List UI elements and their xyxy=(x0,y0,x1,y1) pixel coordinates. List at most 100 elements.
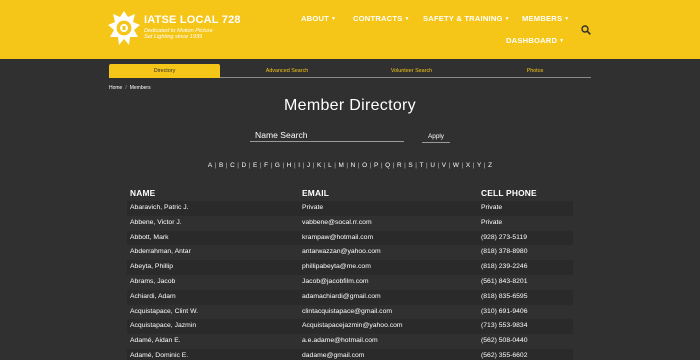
alpha-separator: | xyxy=(380,162,383,169)
table-row[interactable]: Adamé, Aidan E. a.e.adame@hotmail.com (562… xyxy=(127,334,573,349)
alpha-letter-u[interactable]: U xyxy=(430,162,435,169)
alpha-letter-y[interactable]: Y xyxy=(477,162,481,169)
member-phone: (928) 273-5119 xyxy=(481,233,527,241)
nav-dashboard[interactable]: DASHBOARD ▼ xyxy=(506,36,564,45)
alpha-separator: | xyxy=(302,162,305,169)
breadcrumb-members: Members xyxy=(129,85,151,91)
member-email[interactable]: adamachiardi@gmail.com xyxy=(302,290,381,305)
table-row[interactable]: Abrams, Jacob Jacob@jacobfilm.com (561) 84… xyxy=(127,275,573,290)
table-row[interactable]: Acquistapace, Clint W. clintacquistapace@… xyxy=(127,305,573,320)
alpha-letter-w[interactable]: W xyxy=(453,162,459,169)
alpha-separator: | xyxy=(404,162,407,169)
alpha-letter-a[interactable]: A xyxy=(208,162,212,169)
table-row[interactable]: Abaravich, Patric J. Private Private xyxy=(127,201,573,216)
table-row[interactable]: Acquistapace, Jazmin Acquistapacejazmin@y… xyxy=(127,319,573,335)
member-phone: (561) 843-8201 xyxy=(481,278,528,285)
nav-about-label: ABOUT xyxy=(301,14,329,23)
breadcrumb: Home / Members xyxy=(109,85,151,91)
member-email[interactable]: a.e.adame@hotmail.com xyxy=(302,334,378,349)
nav-members-label: MEMBERS xyxy=(522,14,563,23)
alpha-letter-r[interactable]: R xyxy=(397,162,402,169)
table-row[interactable]: Abbene, Victor J. vabbene@socal.rr.com Pri… xyxy=(127,216,573,231)
alpha-letter-z[interactable]: Z xyxy=(488,162,492,169)
nav-about[interactable]: ABOUT ▼ xyxy=(301,14,336,23)
alpha-letter-k[interactable]: K xyxy=(317,162,321,169)
member-phone: (562) 355-6602 xyxy=(481,352,528,359)
alpha-separator: | xyxy=(461,162,464,169)
member-name: Abeyta, Phillip xyxy=(130,263,174,271)
page-title: Member Directory xyxy=(284,97,416,114)
search-icon[interactable] xyxy=(581,25,591,35)
nav-safety-training[interactable]: SAFETY & TRAINING ▼ xyxy=(423,14,510,23)
alpha-letter-v[interactable]: V xyxy=(442,162,446,169)
member-email[interactable]: phillipabeyta@me.com xyxy=(302,260,371,275)
name-search-input[interactable]: Name Search xyxy=(250,128,404,142)
alpha-letter-d[interactable]: D xyxy=(242,162,247,169)
chevron-down-icon: ▼ xyxy=(504,16,510,22)
alpha-separator: | xyxy=(282,162,285,169)
alpha-letter-x[interactable]: X xyxy=(466,162,470,169)
alpha-letter-p[interactable]: P xyxy=(374,162,378,169)
table-row[interactable]: Adamé, Dominic E. dadame@gmail.com (562) 3… xyxy=(127,349,573,360)
member-name: Achiardi, Adam xyxy=(130,292,176,300)
member-phone: (818) 835-6595 xyxy=(481,292,528,300)
alpha-separator: | xyxy=(483,162,486,169)
member-phone: (562) 508-0440 xyxy=(481,337,528,345)
tab-photos[interactable]: Photos xyxy=(479,64,591,78)
nav-contracts[interactable]: CONTRACTS ▼ xyxy=(353,14,410,23)
chevron-down-icon: ▼ xyxy=(404,16,410,22)
table-row[interactable]: Achiardi, Adam adamachiardi@gmail.com (818… xyxy=(127,289,573,305)
column-header-name: NAME xyxy=(130,188,156,198)
member-email[interactable]: dadame@gmail.com xyxy=(302,349,364,360)
nav-contracts-label: CONTRACTS xyxy=(353,14,403,23)
tab-volunteer-search[interactable]: Volunteer Search xyxy=(354,64,469,78)
alpha-letter-e[interactable]: E xyxy=(253,162,257,169)
alpha-letter-m[interactable]: M xyxy=(338,162,344,169)
member-email[interactable]: krampaw@hotmail.com xyxy=(302,231,373,246)
alpha-letter-i[interactable]: I xyxy=(298,162,300,169)
table-row[interactable]: Abbott, Mark krampaw@hotmail.com (928) 273… xyxy=(127,230,573,246)
member-name: Acquistapace, Clint W. xyxy=(130,307,198,315)
alpha-letter-b[interactable]: B xyxy=(219,162,223,169)
alpha-letter-q[interactable]: Q xyxy=(385,162,390,169)
member-email[interactable]: clintacquistapace@gmail.com xyxy=(302,305,392,320)
alpha-separator: | xyxy=(448,162,451,169)
chevron-down-icon: ▼ xyxy=(331,16,337,22)
alpha-letter-g[interactable]: G xyxy=(275,162,280,169)
breadcrumb-home[interactable]: Home xyxy=(109,85,122,91)
alpha-letter-c[interactable]: C xyxy=(230,162,235,169)
member-email[interactable]: Jacob@jacobfilm.com xyxy=(302,275,369,290)
alpha-letter-o[interactable]: O xyxy=(362,162,367,169)
alpha-letter-j[interactable]: J xyxy=(307,162,310,169)
alpha-separator: | xyxy=(369,162,372,169)
alpha-separator: | xyxy=(312,162,315,169)
member-email[interactable]: antarwazzan@yahoo.com xyxy=(302,245,381,260)
table-row[interactable]: Abeyta, Phillip phillipabeyta@me.com (818)… xyxy=(127,260,573,275)
alpha-separator: | xyxy=(259,162,262,169)
member-name: Acquistapace, Jazmin xyxy=(130,322,197,330)
member-name: Adamé, Dominic E. xyxy=(130,352,189,359)
iatse-logo[interactable] xyxy=(107,10,141,46)
member-email: Private xyxy=(302,204,324,211)
table-row[interactable]: Abderrahman, Antar antarwazzan@yahoo.com (… xyxy=(127,245,573,260)
alpha-letter-l[interactable]: L xyxy=(328,162,332,169)
alpha-separator: | xyxy=(323,162,326,169)
member-phone: Private xyxy=(481,204,503,211)
member-name: Abrams, Jacob xyxy=(130,278,176,285)
tab-advanced-search[interactable]: Advanced Search xyxy=(229,64,345,78)
alpha-letter-h[interactable]: H xyxy=(287,162,292,169)
apply-button[interactable]: Apply xyxy=(422,131,450,143)
member-email[interactable]: vabbene@socal.rr.com xyxy=(302,216,372,231)
alpha-separator: | xyxy=(214,162,217,169)
member-phone: (713) 553-9834 xyxy=(481,322,528,330)
brand-title: IATSE LOCAL 728 xyxy=(144,14,241,26)
alpha-letter-s[interactable]: S xyxy=(408,162,412,169)
alpha-separator: | xyxy=(334,162,337,169)
alpha-letter-t[interactable]: T xyxy=(420,162,424,169)
alpha-letter-n[interactable]: N xyxy=(351,162,356,169)
nav-members[interactable]: MEMBERS ▼ xyxy=(522,14,569,23)
member-email[interactable]: Acquistapacejazmin@yahoo.com xyxy=(302,319,403,334)
site-header: IATSE LOCAL 728 Dedicated to Motion Pict… xyxy=(0,0,700,59)
alpha-letter-f[interactable]: F xyxy=(264,162,268,169)
tab-directory[interactable]: Directory xyxy=(109,64,220,78)
